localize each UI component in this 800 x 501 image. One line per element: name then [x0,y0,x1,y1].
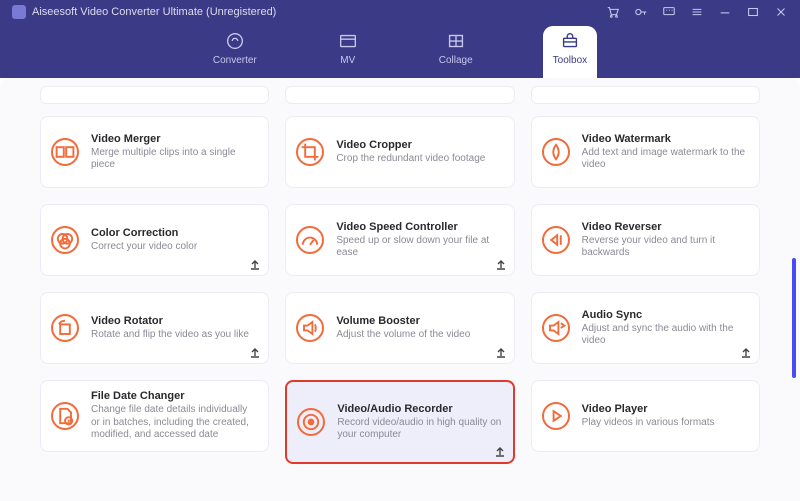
open-external-icon [494,257,508,271]
tool-card-video-speed-controller[interactable]: Video Speed Controller Speed up or slow … [285,204,514,276]
card-title: Video Speed Controller [336,221,503,233]
window-title: Aiseesoft Video Converter Ultimate (Unre… [32,6,276,18]
card-title: Audio Sync [582,309,749,321]
nav-label: Converter [213,55,257,66]
watermark-icon [542,138,570,166]
toolbox-panel: Video Merger Merge multiple clips into a… [0,86,800,482]
mv-icon [337,30,359,52]
tool-card-video-cropper[interactable]: Video Cropper Crop the redundant video f… [285,116,514,188]
open-external-icon [248,345,262,359]
tool-card-file-date-changer[interactable]: File Date Changer Change file date detai… [40,380,269,452]
card-title: Video Reverser [582,221,749,233]
app-logo [12,5,26,19]
card-title: Video Player [582,403,749,415]
speed-icon [296,226,324,254]
card-title: Video Watermark [582,133,749,145]
partial-card[interactable] [285,86,514,104]
menu-icon[interactable] [690,5,704,19]
nav-label: Collage [439,55,473,66]
card-desc: Record video/audio in high quality on yo… [337,417,502,442]
close-icon[interactable] [774,5,788,19]
nav-toolbox[interactable]: Toolbox [543,26,597,78]
scrollbar-thumb[interactable] [792,258,796,378]
nav-collage[interactable]: Collage [429,26,483,78]
open-external-icon [494,345,508,359]
tool-card-color-correction[interactable]: Color Correction Correct your video colo… [40,204,269,276]
nav-label: MV [340,55,355,66]
open-external-icon [739,345,753,359]
card-desc: Crop the redundant video footage [336,153,503,166]
card-desc: Add text and image watermark to the vide… [582,147,749,172]
card-title: File Date Changer [91,390,258,402]
partial-card[interactable] [531,86,760,104]
tool-card-video-merger[interactable]: Video Merger Merge multiple clips into a… [40,116,269,188]
card-desc: Adjust the volume of the video [336,329,503,342]
tool-card-audio-sync[interactable]: Audio Sync Adjust and sync the audio wit… [531,292,760,364]
card-title: Video Cropper [336,139,503,151]
card-desc: Reverse your video and turn it backwards [582,235,749,260]
card-desc: Rotate and flip the video as you like [91,329,258,342]
color-icon [51,226,79,254]
titlebar-controls [606,5,788,19]
content-area: Video Merger Merge multiple clips into a… [0,78,800,501]
crop-icon [296,138,324,166]
card-desc: Speed up or slow down your file at ease [336,235,503,260]
nav-mv[interactable]: MV [327,26,369,78]
converter-icon [224,30,246,52]
card-title: Video Merger [91,133,258,145]
tool-card-video-rotator[interactable]: Video Rotator Rotate and flip the video … [40,292,269,364]
partial-row [40,86,760,104]
play-icon [542,402,570,430]
card-desc: Adjust and sync the audio with the video [582,323,749,348]
open-external-icon [248,257,262,271]
nav-label: Toolbox [553,55,587,66]
rotate-icon [51,314,79,342]
card-title: Video Rotator [91,315,258,327]
recorder-icon [297,408,325,436]
collage-icon [445,30,467,52]
tool-cards-grid: Video Merger Merge multiple clips into a… [40,116,760,464]
titlebar: Aiseesoft Video Converter Ultimate (Unre… [0,0,800,24]
tool-card-volume-booster[interactable]: Volume Booster Adjust the volume of the … [285,292,514,364]
tool-card-video-player[interactable]: Video Player Play videos in various form… [531,380,760,452]
tool-card-video-audio-recorder[interactable]: Video/Audio Recorder Record video/audio … [285,380,514,464]
date-icon [51,402,79,430]
feedback-icon[interactable] [662,5,676,19]
card-title: Color Correction [91,227,258,239]
cart-icon[interactable] [606,5,620,19]
tool-card-video-reverser[interactable]: Video Reverser Reverse your video and tu… [531,204,760,276]
card-desc: Play videos in various formats [582,417,749,430]
minimize-icon[interactable] [718,5,732,19]
maximize-icon[interactable] [746,5,760,19]
reverse-icon [542,226,570,254]
partial-card[interactable] [40,86,269,104]
merge-icon [51,138,79,166]
open-external-icon [493,444,507,458]
sync-icon [542,314,570,342]
app-window: Aiseesoft Video Converter Ultimate (Unre… [0,0,800,501]
app-header: Aiseesoft Video Converter Ultimate (Unre… [0,0,800,78]
key-icon[interactable] [634,5,648,19]
card-desc: Correct your video color [91,241,258,254]
card-desc: Change file date details individually or… [91,404,258,442]
card-title: Video/Audio Recorder [337,403,502,415]
tool-card-video-watermark[interactable]: Video Watermark Add text and image water… [531,116,760,188]
card-desc: Merge multiple clips into a single piece [91,147,258,172]
nav-converter[interactable]: Converter [203,26,267,78]
toolbox-icon [559,30,581,52]
card-title: Volume Booster [336,315,503,327]
volume-icon [296,314,324,342]
main-nav: Converter MV Collage Toolbox [0,26,800,78]
